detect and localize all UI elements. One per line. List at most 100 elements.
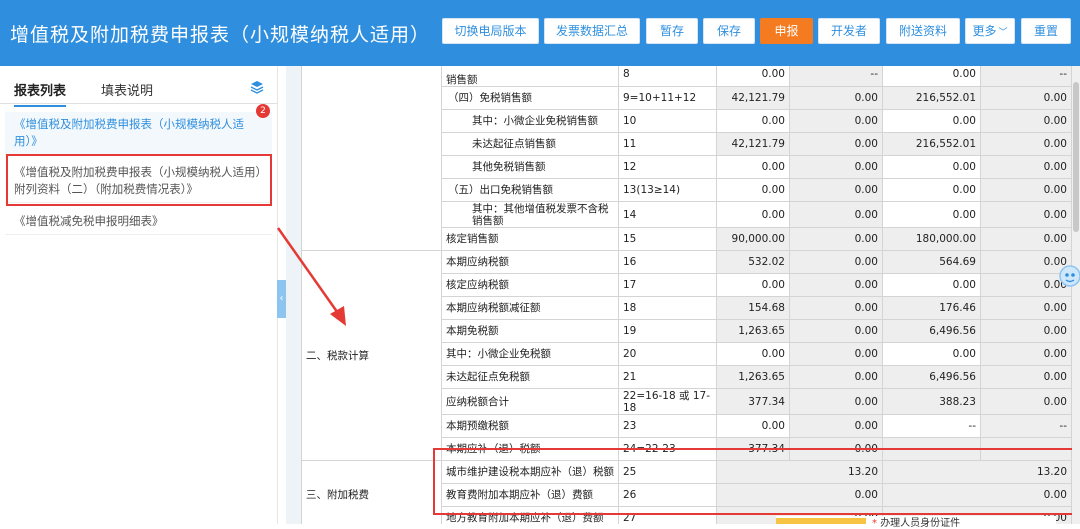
value-cell[interactable]: 0.00 [980,155,1072,179]
value-cell[interactable]: 0.00 [789,319,883,343]
row-code: 18 [618,296,717,320]
value-cell[interactable]: 0.00 [789,109,883,133]
value-cell[interactable]: 0.00 [980,201,1072,228]
value-cell[interactable]: 0.00 [789,365,883,389]
row-code: 14 [618,201,717,228]
row-code: 8 [618,66,717,87]
more-button[interactable]: 更多 ﹀ [965,18,1015,44]
value-cell[interactable]: 1,263.65 [716,319,790,343]
footer-yellow-field[interactable] [776,518,866,524]
value-cell[interactable]: 0.00 [716,178,790,202]
row-code: 9=10+11+12 [618,86,717,110]
section-cell-blank [301,66,442,251]
value-cell[interactable]: 6,496.56 [882,365,981,389]
value-cell[interactable]: 90,000.00 [716,227,790,251]
value-cell[interactable]: 0.00 [882,178,981,202]
sidebar-item-exemption-detail[interactable]: 《增值税减免税申报明细表》 [5,209,272,235]
temp-save-button[interactable]: 暂存 [646,18,698,44]
value-cell[interactable]: 0.00 [789,273,883,297]
value-cell[interactable]: 0.00 [716,155,790,179]
invoice-summary-button[interactable]: 发票数据汇总 [544,18,640,44]
row-label: 核定应纳税额 [441,273,619,297]
highlight-box-sidebar [6,154,272,206]
value-cell[interactable]: 0.00 [980,178,1072,202]
attachments-button[interactable]: 附送资料 [886,18,960,44]
value-cell[interactable]: -- [789,66,883,87]
value-cell[interactable]: 0.00 [882,273,981,297]
value-cell[interactable]: 0.00 [789,155,883,179]
value-cell[interactable]: 0.00 [882,201,981,228]
row-code: 22=16-18 或 17-18 [618,388,717,415]
value-cell[interactable]: 0.00 [789,342,883,366]
row-label: 本期应纳税额 [441,250,619,274]
row-code: 10 [618,109,717,133]
value-cell[interactable]: 564.69 [882,250,981,274]
value-cell[interactable]: 216,552.01 [882,86,981,110]
value-cell[interactable]: 42,121.79 [716,132,790,156]
value-cell[interactable]: 0.00 [789,296,883,320]
value-cell[interactable]: 0.00 [789,414,883,438]
value-cell[interactable]: 0.00 [789,201,883,228]
value-cell[interactable]: 176.46 [882,296,981,320]
value-cell[interactable]: 0.00 [980,319,1072,343]
sidebar-collapse-handle[interactable]: ‹ [277,280,286,318]
value-cell[interactable]: -- [980,414,1072,438]
report-sidebar: 报表列表 填表说明 《增值税及附加税费申报表（小规模纳税人适用）》 2 《增值税… [0,66,278,524]
value-cell[interactable]: -- [980,66,1072,87]
more-label: 更多 [972,24,997,38]
layers-icon[interactable] [250,80,264,94]
value-cell[interactable]: 154.68 [716,296,790,320]
row-label: 本期应纳税额减征额 [441,296,619,320]
value-cell[interactable]: 180,000.00 [882,227,981,251]
value-cell[interactable]: 0.00 [789,86,883,110]
row-code: 23 [618,414,717,438]
value-cell[interactable]: 0.00 [716,342,790,366]
section-cell-surcharge: 三、附加税费 [301,460,442,524]
value-cell[interactable]: 0.00 [980,86,1072,110]
value-cell[interactable]: 0.00 [789,250,883,274]
value-cell[interactable]: 0.00 [789,388,883,415]
value-cell[interactable]: 0.00 [882,155,981,179]
value-cell[interactable]: 0.00 [980,296,1072,320]
page-title: 增值税及附加税费申报表（小规模纳税人适用） [10,24,431,46]
tab-fill-instructions[interactable]: 填表说明 [101,80,153,99]
value-cell[interactable]: 0.00 [980,342,1072,366]
value-cell[interactable]: 0.00 [716,414,790,438]
value-cell[interactable]: 0.00 [789,227,883,251]
sidebar-item-main-return[interactable]: 《增值税及附加税费申报表（小规模纳税人适用）》 2 [5,104,272,155]
value-cell[interactable]: 388.23 [882,388,981,415]
value-cell[interactable]: 42,121.79 [716,86,790,110]
row-label: 本期免税额 [441,319,619,343]
value-cell[interactable]: 0.00 [980,109,1072,133]
reset-button[interactable]: 重置 [1021,18,1071,44]
value-cell[interactable]: 216,552.01 [882,132,981,156]
value-cell[interactable]: 0.00 [980,388,1072,415]
save-button[interactable]: 保存 [703,18,755,44]
row-code: 15 [618,227,717,251]
value-cell[interactable]: 1,263.65 [716,365,790,389]
developer-button[interactable]: 开发者 [818,18,880,44]
value-cell[interactable]: 0.00 [716,273,790,297]
row-label: 其他免税销售额 [441,155,619,179]
scrollbar-thumb[interactable] [1073,82,1079,232]
value-cell[interactable]: 0.00 [789,178,883,202]
table-row: 二、税款计算 本期应纳税额 16 532.02 0.00 564.69 0.00 [301,250,1072,461]
value-cell[interactable]: 0.00 [882,109,981,133]
value-cell[interactable]: -- [882,414,981,438]
value-cell[interactable]: 6,496.56 [882,319,981,343]
value-cell[interactable]: 0.00 [716,201,790,228]
value-cell[interactable]: 0.00 [789,132,883,156]
value-cell[interactable]: 0.00 [980,227,1072,251]
highlight-box-surcharge [433,448,1078,515]
value-cell[interactable]: 532.02 [716,250,790,274]
value-cell[interactable]: 0.00 [882,66,981,87]
value-cell[interactable]: 0.00 [980,132,1072,156]
value-cell[interactable]: 0.00 [882,342,981,366]
value-cell[interactable]: 0.00 [980,365,1072,389]
switch-bureau-version-button[interactable]: 切换电局版本 [442,18,539,44]
value-cell[interactable]: 0.00 [716,66,790,87]
assistant-robot-icon[interactable] [1056,262,1080,292]
value-cell[interactable]: 0.00 [716,109,790,133]
declare-button[interactable]: 申报 [760,18,813,44]
value-cell[interactable]: 377.34 [716,388,790,415]
